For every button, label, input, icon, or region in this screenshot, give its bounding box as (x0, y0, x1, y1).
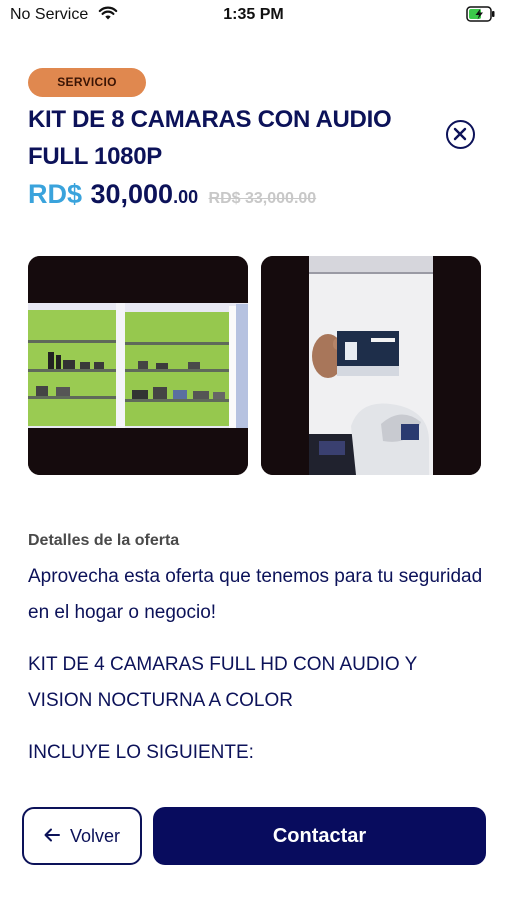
battery-charging-icon (466, 6, 496, 22)
status-bar: No Service 1:35 PM (0, 0, 507, 30)
category-badge: SERVICIO (28, 68, 146, 97)
status-time: 1:35 PM (223, 6, 284, 23)
photo-hand-holding-dvr-box-icon (261, 256, 481, 475)
offer-image-1[interactable] (28, 256, 248, 475)
price-amount: 30,000 (90, 179, 174, 209)
price-currency: RD$ (28, 179, 83, 209)
contact-button[interactable]: Contactar (153, 807, 486, 865)
old-price: RD$ 33,000.00 (208, 190, 317, 207)
back-button[interactable]: Volver (22, 807, 142, 865)
close-button[interactable] (446, 120, 475, 149)
details-paragraph: INCLUYE LO SIGUIENTE: (28, 742, 254, 763)
close-icon (453, 127, 467, 141)
details-paragraph: KIT DE 4 CAMARAS FULL HD CON AUDIO Y VIS… (28, 654, 417, 711)
price-cents: .00 (173, 187, 199, 207)
contact-button-label: Contactar (272, 824, 367, 847)
photo-store-shelves-icon (28, 256, 248, 475)
offer-image-2[interactable] (261, 256, 481, 475)
offer-title: KIT DE 8 CAMARAS CON AUDIO FULL 1080P (28, 106, 392, 170)
price-row: RD$ 30,000.00 RD$ 33,000.00 (28, 179, 316, 215)
back-button-label: Volver (69, 825, 121, 846)
details-paragraph: Aprovecha esta oferta que tenemos para t… (28, 566, 483, 623)
details-label: Detalles de la oferta (28, 532, 180, 549)
arrow-left-icon (44, 826, 60, 847)
